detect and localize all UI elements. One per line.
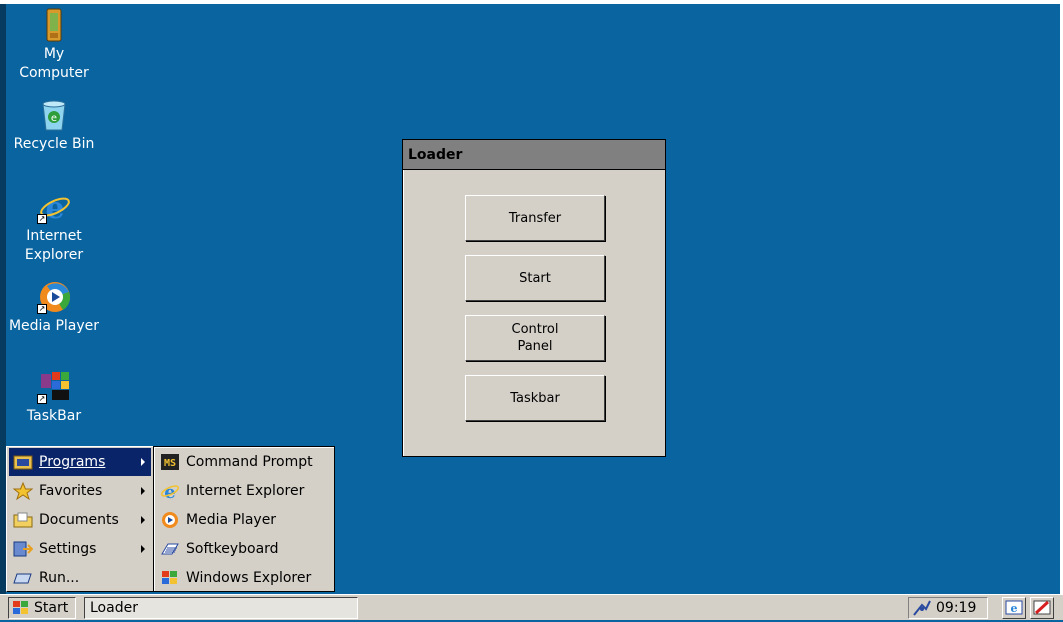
svg-text:e: e xyxy=(45,191,64,224)
menu-item-label: Internet Explorer xyxy=(186,483,305,499)
submenu-item-internet-explorer[interactable]: e Internet Explorer xyxy=(156,477,332,505)
media-player-icon xyxy=(160,511,180,529)
submenu-arrow-icon xyxy=(141,458,145,466)
svg-text:e: e xyxy=(164,482,175,500)
windows-logo-icon xyxy=(11,599,31,617)
taskbar-icon: ↗ xyxy=(37,370,71,404)
taskbar-item-loader[interactable]: Loader xyxy=(84,597,358,619)
menu-item-settings[interactable]: Settings xyxy=(9,535,151,563)
menu-item-label: Command Prompt xyxy=(186,454,313,470)
taskbar-button[interactable]: Taskbar xyxy=(465,375,605,421)
desktop-icon-my-computer[interactable]: My Computer xyxy=(6,8,102,83)
programs-icon xyxy=(13,453,33,471)
submenu-item-media-player[interactable]: Media Player xyxy=(156,506,332,534)
menu-item-label: Run... xyxy=(39,570,80,586)
recycle-bin-icon: e xyxy=(37,98,71,132)
menu-item-label: Programs xyxy=(39,454,106,470)
desktop-icon-media-player[interactable]: ↗ Media Player xyxy=(6,280,102,336)
desktop-icon-label: Recycle Bin xyxy=(13,136,95,152)
menu-item-label: Windows Explorer xyxy=(186,570,312,586)
internet-explorer-icon: e xyxy=(160,482,180,503)
control-panel-button[interactable]: Control Panel xyxy=(465,315,605,361)
menu-item-favorites[interactable]: Favorites xyxy=(9,477,151,505)
submenu-item-windows-explorer[interactable]: Windows Explorer xyxy=(156,564,332,592)
desktop-icon-label: TaskBar xyxy=(26,408,82,424)
menu-item-programs[interactable]: Programs xyxy=(9,448,151,476)
menu-item-run[interactable]: Run... xyxy=(9,564,151,592)
desktop-icon-label: My Computer xyxy=(19,46,89,81)
start-label: Start xyxy=(34,600,69,616)
desktop-switch-button[interactable]: e xyxy=(1002,597,1026,619)
desktop-icon-recycle-bin[interactable]: e Recycle Bin xyxy=(6,98,102,154)
command-prompt-icon: MS xyxy=(160,453,180,471)
settings-icon xyxy=(13,540,34,558)
desktop-icon-internet-explorer[interactable]: e ↗ Internet Explorer xyxy=(6,190,102,265)
loader-window: Loader Transfer Start Control Panel Task… xyxy=(402,139,666,457)
menu-item-label: Favorites xyxy=(39,483,103,499)
documents-icon xyxy=(13,511,33,529)
start-menu: Programs Favorites Documents Settings Ru… xyxy=(6,446,154,592)
svg-text:e: e xyxy=(1011,602,1018,615)
start-button[interactable]: Start xyxy=(465,255,605,301)
shortcut-arrow-icon: ↗ xyxy=(37,304,47,314)
internet-explorer-icon: e ↗ xyxy=(37,190,71,226)
start-menu-button[interactable]: Start xyxy=(8,597,76,619)
submenu-item-command-prompt[interactable]: MS Command Prompt xyxy=(156,448,332,476)
shortcut-arrow-icon: ↗ xyxy=(37,394,47,404)
shortcut-arrow-icon: ↗ xyxy=(37,214,47,224)
input-panel-button[interactable] xyxy=(1030,597,1054,619)
clock[interactable]: 09:19 xyxy=(936,600,976,616)
desktop-icon-taskbar[interactable]: ↗ TaskBar xyxy=(6,370,102,426)
windows-explorer-icon xyxy=(160,569,180,587)
system-tray: 09:19 xyxy=(908,597,988,619)
screen-top-border xyxy=(0,0,1063,4)
favorites-icon xyxy=(12,481,34,501)
run-icon xyxy=(13,569,33,587)
svg-text:e: e xyxy=(51,113,57,124)
desktop-icon-label: Media Player xyxy=(8,318,100,334)
menu-item-label: Softkeyboard xyxy=(186,541,279,557)
window-title[interactable]: Loader xyxy=(403,140,665,170)
submenu-item-softkeyboard[interactable]: Softkeyboard xyxy=(156,535,332,563)
menu-item-label: Documents xyxy=(39,512,119,528)
network-icon[interactable] xyxy=(912,599,932,617)
my-computer-icon xyxy=(37,8,71,42)
menu-item-label: Settings xyxy=(39,541,97,557)
taskbar: Start Loader 09:19 e xyxy=(0,594,1063,620)
programs-submenu: MS Command Prompt e Internet Explorer Me… xyxy=(153,446,335,592)
softkeyboard-icon xyxy=(160,540,180,558)
submenu-arrow-icon xyxy=(141,545,145,553)
svg-text:MS: MS xyxy=(164,458,176,469)
submenu-arrow-icon xyxy=(141,487,145,495)
media-player-icon: ↗ xyxy=(37,280,71,314)
desktop-icon-label: Internet Explorer xyxy=(24,228,84,263)
menu-item-label: Media Player xyxy=(186,512,277,528)
menu-item-documents[interactable]: Documents xyxy=(9,506,151,534)
submenu-arrow-icon xyxy=(141,516,145,524)
transfer-button[interactable]: Transfer xyxy=(465,195,605,241)
